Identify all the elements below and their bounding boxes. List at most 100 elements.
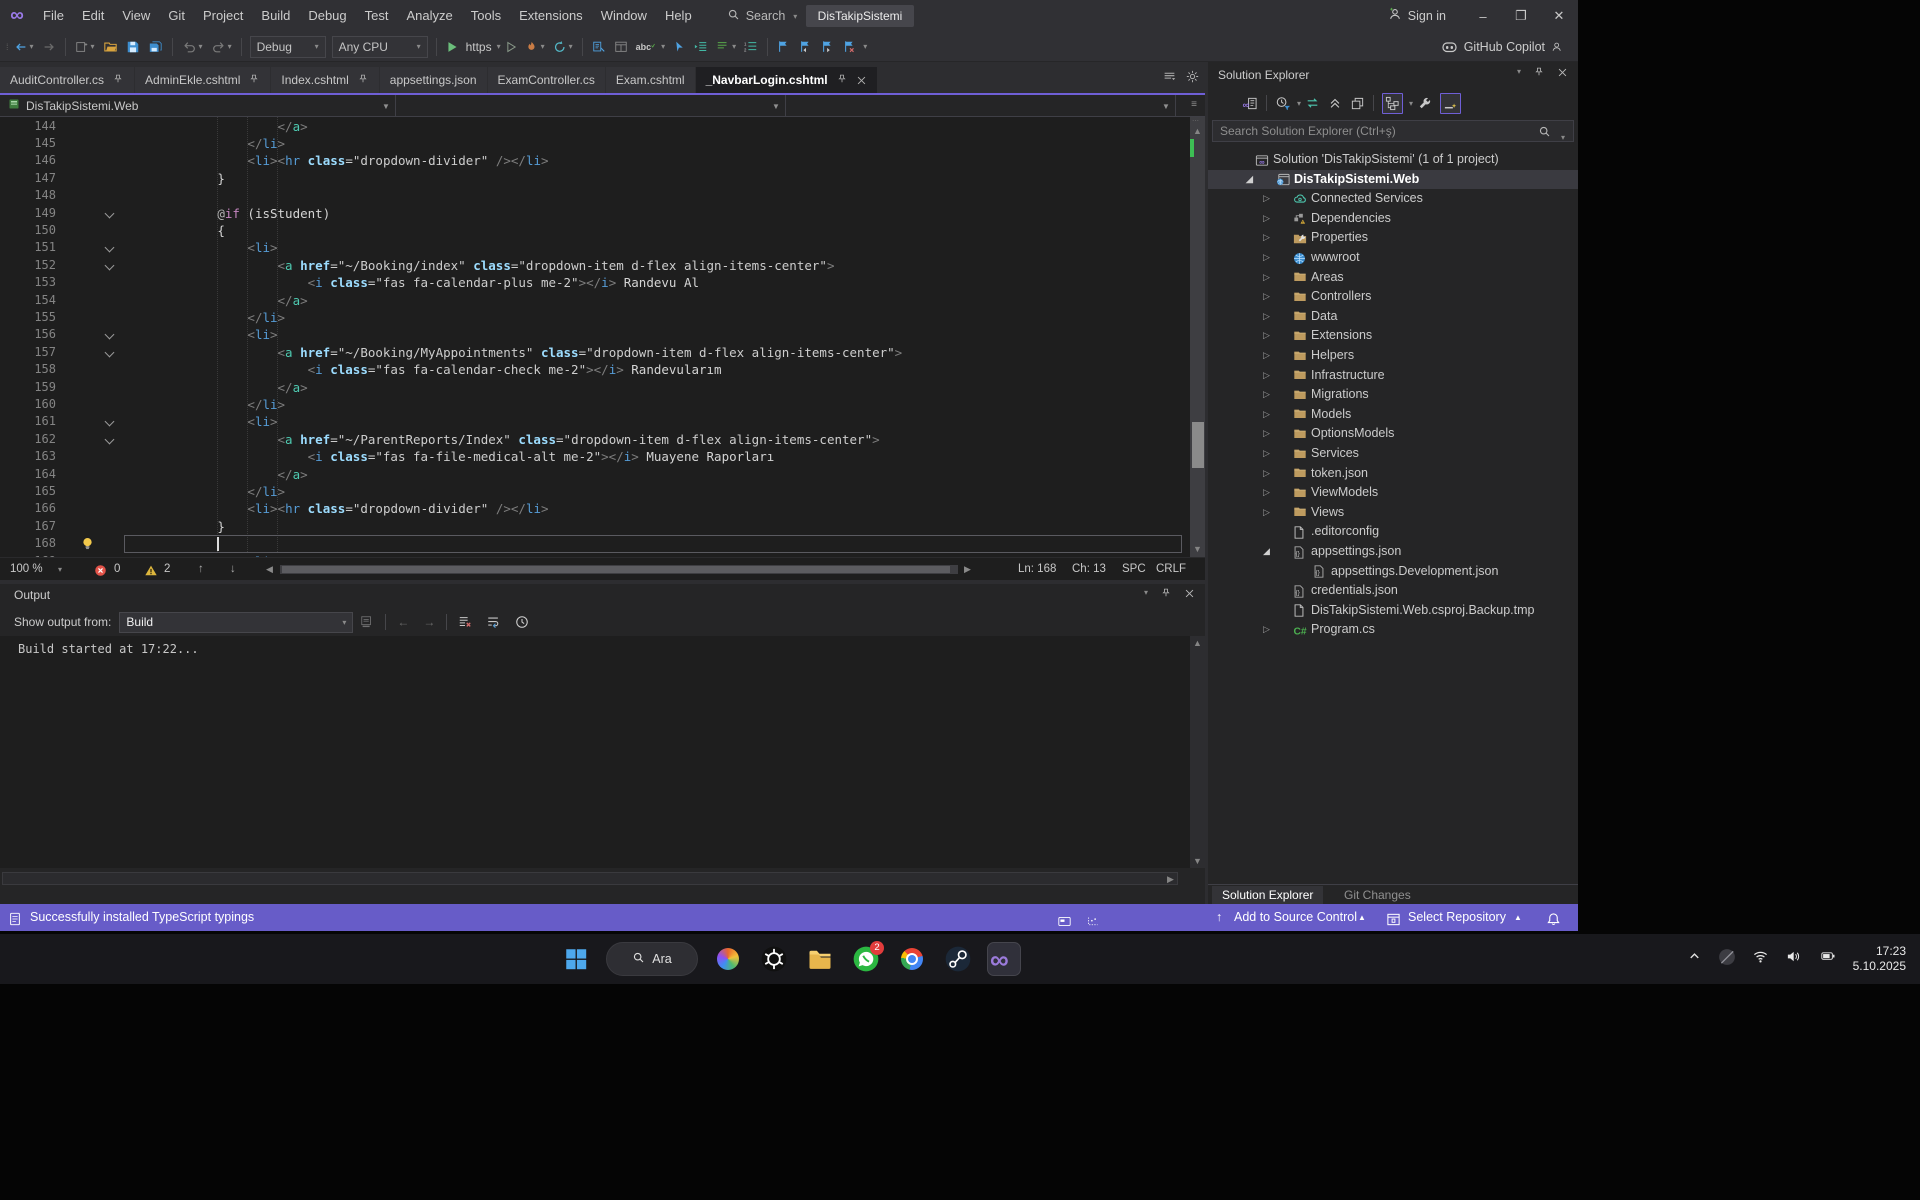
warning-count-icon[interactable] <box>144 563 158 576</box>
code-line-159[interactable]: 159 </a> <box>0 379 1185 396</box>
find-message-icon[interactable] <box>360 615 374 629</box>
fold-chevron-icon[interactable] <box>105 434 115 444</box>
expand-chevron-icon[interactable]: ▷ <box>1263 291 1270 302</box>
code-line-146[interactable]: 146 <li><hr class="dropdown-divider" /><… <box>0 152 1185 169</box>
menu-view[interactable]: View <box>113 0 159 32</box>
collapse-chevron-icon[interactable]: ◢ <box>1263 546 1270 557</box>
expand-chevron-icon[interactable]: ▷ <box>1263 468 1270 479</box>
collapse-chevron-icon[interactable]: ◢ <box>1246 174 1253 185</box>
output-source-dropdown[interactable]: Build ▾ <box>119 612 353 633</box>
collapse-all-icon[interactable] <box>1328 96 1342 110</box>
solution-explorer-search-input[interactable]: Search Solution Explorer (Ctrl+ş) ▾ <box>1212 120 1574 142</box>
open-file-button[interactable] <box>100 36 121 58</box>
expand-chevron-icon[interactable]: ▷ <box>1263 193 1270 204</box>
code-line-163[interactable]: 163 <i class="fas fa-file-medical-alt me… <box>0 448 1185 465</box>
output-horizontal-scrollbar[interactable]: ◀ ▶ <box>0 870 1205 887</box>
preview-selected-items-toggle[interactable] <box>1440 93 1461 114</box>
undo-button[interactable]: ▾ <box>179 36 206 58</box>
tree-item-properties[interactable]: ▷Properties <box>1208 228 1578 248</box>
code-line-150[interactable]: 150 { <box>0 222 1185 239</box>
format-indent-button[interactable] <box>691 36 711 58</box>
scroll-down-icon[interactable]: ▼ <box>1190 542 1205 556</box>
tab--navbarlogin-cshtml[interactable]: _NavbarLogin.cshtml <box>696 67 877 93</box>
tree-item-data[interactable]: ▷Data <box>1208 307 1578 327</box>
add-to-source-control-button[interactable]: Add to Source Control <box>1234 904 1357 931</box>
menu-debug[interactable]: Debug <box>299 0 355 32</box>
tray-chevron-up-icon[interactable] <box>1687 949 1702 969</box>
chevron-down-icon[interactable]: ▾ <box>1297 99 1301 108</box>
pin-icon[interactable] <box>836 74 848 86</box>
editor-horizontal-scrollbar[interactable] <box>280 565 958 574</box>
clear-bookmarks-button[interactable] <box>840 36 860 58</box>
tab-exam-cshtml[interactable]: Exam.cshtml <box>606 67 695 93</box>
code-line-164[interactable]: 164 </a> <box>0 466 1185 483</box>
platform-dropdown[interactable]: Any CPU▾ <box>332 36 428 58</box>
tree-item-helpers[interactable]: ▷Helpers <box>1208 346 1578 366</box>
scrollbar-thumb[interactable] <box>1192 422 1204 468</box>
expand-chevron-icon[interactable]: ▷ <box>1263 232 1270 243</box>
menu-test[interactable]: Test <box>356 0 398 32</box>
tree-item-extensions[interactable]: ▷Extensions <box>1208 326 1578 346</box>
fold-chevron-icon[interactable] <box>105 417 115 427</box>
tab-examcontroller-cs[interactable]: ExamController.cs <box>488 67 605 93</box>
properties-window-icon[interactable] <box>1350 96 1365 111</box>
save-button[interactable] <box>123 36 143 58</box>
expand-chevron-icon[interactable]: ▷ <box>1263 330 1270 341</box>
start-debugging-button[interactable] <box>443 36 462 58</box>
tree-item-services[interactable]: ▷Services <box>1208 444 1578 464</box>
code-line-166[interactable]: 166 <li><hr class="dropdown-divider" /><… <box>0 500 1185 517</box>
error-count-icon[interactable] <box>94 563 107 576</box>
tree-item-connected-services[interactable]: ▷Connected Services <box>1208 189 1578 209</box>
output-menu-icon[interactable]: ▾ <box>1144 588 1148 603</box>
fold-chevron-icon[interactable] <box>105 347 115 357</box>
spell-check-button[interactable]: abc▾ <box>633 36 669 58</box>
gear-icon[interactable] <box>1186 70 1199 88</box>
previous-message-icon[interactable]: ← <box>397 615 409 629</box>
taskbar-start-button[interactable] <box>560 943 592 975</box>
expand-chevron-icon[interactable]: ▷ <box>1263 370 1270 381</box>
new-project-button[interactable]: ▾ <box>72 36 98 58</box>
chevron-down-icon[interactable]: ▾ <box>1409 99 1413 108</box>
expand-chevron-icon[interactable]: ▷ <box>1263 272 1270 283</box>
window-layout-button[interactable] <box>611 36 631 58</box>
fold-chevron-icon[interactable] <box>105 330 115 340</box>
output-vertical-scrollbar[interactable]: ▲ ▼ <box>1190 636 1205 868</box>
timestamp-icon[interactable] <box>515 615 529 629</box>
expand-chevron-icon[interactable]: ▷ <box>1263 350 1270 361</box>
expand-chevron-icon[interactable]: ▷ <box>1263 409 1270 420</box>
close-tab-icon[interactable] <box>856 75 867 86</box>
switch-views-icon[interactable]: ∞ <box>1242 96 1258 111</box>
code-editor[interactable]: 144 </a>145 </li>146 <li><hr class="drop… <box>0 117 1205 557</box>
tree-item-optionsmodels[interactable]: ▷OptionsModels <box>1208 424 1578 444</box>
volume-icon[interactable] <box>1785 949 1802 969</box>
tree-item-token-json[interactable]: ▷token.json <box>1208 464 1578 484</box>
menu-git[interactable]: Git <box>159 0 194 32</box>
expand-chevron-icon[interactable]: ▷ <box>1263 252 1270 263</box>
line-numbers-button[interactable]: 12 <box>741 36 761 58</box>
scroll-up-icon[interactable]: ▲ <box>1190 124 1205 138</box>
tab-appsettings-json[interactable]: appsettings.json <box>380 67 487 93</box>
code-line-167[interactable]: 167 } <box>0 518 1185 535</box>
show-all-files-toggle[interactable] <box>1382 93 1403 114</box>
pin-icon[interactable] <box>112 74 124 86</box>
toggle-bookmark-button[interactable] <box>774 36 794 58</box>
tree-item-distakipsistemi-web[interactable]: ◢DisTakipSistemi.Web <box>1208 170 1578 190</box>
close-icon[interactable] <box>1557 67 1568 82</box>
tree-item-program-cs[interactable]: ▷C#Program.cs <box>1208 620 1578 640</box>
do-not-disturb-icon[interactable] <box>1718 948 1736 971</box>
taskbar-chrome-icon[interactable] <box>896 943 928 975</box>
menu-file[interactable]: File <box>34 0 73 32</box>
caret-up-icon[interactable]: ▲ <box>1358 904 1366 931</box>
tree-item--editorconfig[interactable]: .editorconfig <box>1208 522 1578 542</box>
fold-chevron-icon[interactable] <box>105 260 115 270</box>
expand-chevron-icon[interactable]: ▷ <box>1263 507 1270 518</box>
select-repository-button[interactable]: Select Repository <box>1408 904 1506 931</box>
tree-item-views[interactable]: ▷Views <box>1208 503 1578 523</box>
menu-edit[interactable]: Edit <box>73 0 113 32</box>
tree-item-distakipsistemi-web-csproj-backup-tmp[interactable]: DisTakipSistemi.Web.csproj.Backup.tmp <box>1208 601 1578 621</box>
navigate-backward-button[interactable]: ▾ <box>11 36 37 58</box>
tab-git-changes[interactable]: Git Changes <box>1336 886 1419 905</box>
minimize-button[interactable]: – <box>1464 0 1502 32</box>
expand-chevron-icon[interactable]: ▷ <box>1263 311 1270 322</box>
code-line-148[interactable]: 148 <box>0 187 1185 204</box>
